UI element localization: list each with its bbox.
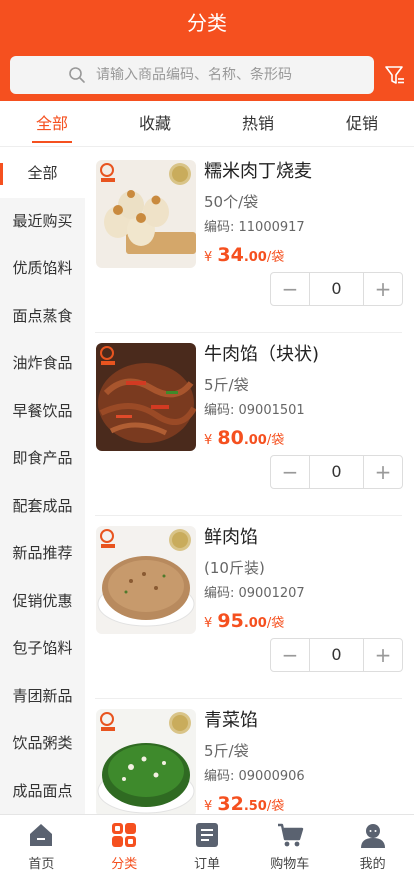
nav-label: 首页 xyxy=(28,857,55,872)
product-list: 糯米肉丁烧麦 50个/袋 编码: 11000917 ¥ 34.00/袋 − 0 … xyxy=(85,150,414,814)
sidebar-item-pastries[interactable]: 成品面点 xyxy=(0,768,85,815)
tab-hot-sale[interactable]: 热销 xyxy=(218,101,298,147)
order-icon xyxy=(195,823,218,847)
quantity-stepper: − 0 + xyxy=(270,272,403,306)
sidebar-item-fried[interactable]: 油炸食品 xyxy=(0,340,85,388)
nav-home[interactable]: 首页 xyxy=(0,815,83,896)
product-item[interactable]: 糯米肉丁烧麦 50个/袋 编码: 11000917 ¥ 34.00/袋 − 0 … xyxy=(95,150,403,333)
bottom-nav: 首页 分类 订单 购物车 我的 xyxy=(0,814,414,896)
price-integer: 95 xyxy=(217,610,244,632)
tab-all[interactable]: 全部 xyxy=(12,101,92,147)
product-image[interactable] xyxy=(96,526,196,634)
quantity-stepper: − 0 + xyxy=(270,638,403,672)
search-icon xyxy=(69,67,85,83)
decrease-button[interactable]: − xyxy=(271,639,309,671)
quantity-value[interactable]: 0 xyxy=(309,639,364,671)
price-unit: /袋 xyxy=(266,799,285,814)
nav-category[interactable]: 分类 xyxy=(83,815,166,896)
tab-promotion[interactable]: 促销 xyxy=(322,101,402,147)
search-bar[interactable] xyxy=(10,56,374,94)
product-code: 编码: 09001501 xyxy=(204,403,305,418)
increase-button[interactable]: + xyxy=(364,639,402,671)
quantity-stepper: − 0 + xyxy=(270,455,403,489)
sidebar-item-drinks-porridge[interactable]: 饮品粥类 xyxy=(0,720,85,768)
price-integer: 32 xyxy=(217,793,244,814)
product-code: 编码: 09000906 xyxy=(204,769,305,784)
quantity-value[interactable]: 0 xyxy=(309,273,364,305)
sidebar-item-ready-to-eat[interactable]: 即食产品 xyxy=(0,435,85,483)
nav-label: 购物车 xyxy=(270,857,310,872)
product-price: ¥ 95.00/袋 xyxy=(204,608,284,637)
category-icon xyxy=(112,823,137,847)
price-decimal: .50 xyxy=(243,799,267,814)
sidebar-item-recent[interactable]: 最近购买 xyxy=(0,198,85,246)
price-integer: 34 xyxy=(217,244,244,266)
sidebar-item-all[interactable]: 全部 xyxy=(0,150,85,198)
nav-cart[interactable]: 购物车 xyxy=(248,815,331,896)
product-spec: 5斤/袋 xyxy=(204,742,249,760)
price-unit: /袋 xyxy=(266,616,285,631)
price-currency: ¥ xyxy=(204,799,213,814)
sidebar-item-breakfast-drinks[interactable]: 早餐饮品 xyxy=(0,388,85,436)
price-unit: /袋 xyxy=(266,250,285,265)
product-code: 编码: 09001207 xyxy=(204,586,305,601)
product-item[interactable]: 青菜馅 5斤/袋 编码: 09000906 ¥ 32.50/袋 − 0 + xyxy=(95,699,402,814)
tab-favorites[interactable]: 收藏 xyxy=(115,101,195,147)
product-price: ¥ 80.00/袋 xyxy=(204,425,284,454)
increase-button[interactable]: + xyxy=(364,273,402,305)
price-currency: ¥ xyxy=(204,616,213,631)
nav-profile[interactable]: 我的 xyxy=(331,815,414,896)
app-header: 分类 xyxy=(0,0,414,101)
sidebar-item-new[interactable]: 新品推荐 xyxy=(0,530,85,578)
search-input[interactable] xyxy=(96,67,316,83)
price-currency: ¥ xyxy=(204,250,213,265)
filter-icon[interactable] xyxy=(384,64,406,86)
nav-orders[interactable]: 订单 xyxy=(166,815,249,896)
product-price: ¥ 34.00/袋 xyxy=(204,242,284,271)
nav-label: 订单 xyxy=(193,857,220,872)
profile-icon xyxy=(360,824,385,848)
price-decimal: .00 xyxy=(243,250,267,265)
sidebar-item-bun-fillings[interactable]: 包子馅料 xyxy=(0,625,85,673)
category-tabs: 全部 收藏 热销 促销 xyxy=(0,101,414,147)
product-name[interactable]: 糯米肉丁烧麦 xyxy=(204,160,312,184)
decrease-button[interactable]: − xyxy=(271,456,309,488)
product-code: 编码: 11000917 xyxy=(204,220,305,235)
nav-label: 分类 xyxy=(111,857,138,872)
product-name[interactable]: 鲜肉馅 xyxy=(204,526,258,550)
page-title: 分类 xyxy=(187,11,227,35)
home-icon xyxy=(30,824,53,846)
product-name[interactable]: 青菜馅 xyxy=(204,709,258,733)
category-sidebar: 全部 最近购买 优质馅料 面点蒸食 油炸食品 早餐饮品 即食产品 配套成品 新品… xyxy=(0,150,85,814)
sidebar-item-quality-fillings[interactable]: 优质馅料 xyxy=(0,245,85,293)
product-image[interactable] xyxy=(96,343,196,451)
product-item[interactable]: 鲜肉馅 (10斤装) 编码: 09001207 ¥ 95.00/袋 − 0 + xyxy=(95,516,403,699)
sidebar-item-qingtuan[interactable]: 青团新品 xyxy=(0,673,85,721)
price-decimal: .00 xyxy=(243,616,267,631)
decrease-button[interactable]: − xyxy=(271,273,309,305)
cart-icon xyxy=(277,823,303,847)
price-decimal: .00 xyxy=(243,433,267,448)
price-currency: ¥ xyxy=(204,433,213,448)
sidebar-item-promotions[interactable]: 促销优惠 xyxy=(0,578,85,626)
product-item[interactable]: 牛肉馅（块状) 5斤/袋 编码: 09001501 ¥ 80.00/袋 − 0 … xyxy=(95,333,403,516)
product-price: ¥ 32.50/袋 xyxy=(204,791,284,814)
nav-label: 我的 xyxy=(359,857,386,872)
price-unit: /袋 xyxy=(266,433,285,448)
quantity-value[interactable]: 0 xyxy=(309,456,364,488)
product-spec: 5斤/袋 xyxy=(204,376,249,394)
increase-button[interactable]: + xyxy=(364,456,402,488)
sidebar-item-finished-goods[interactable]: 配套成品 xyxy=(0,483,85,531)
price-integer: 80 xyxy=(217,427,244,449)
product-spec: (10斤装) xyxy=(204,559,265,577)
sidebar-item-steamed[interactable]: 面点蒸食 xyxy=(0,293,85,341)
product-spec: 50个/袋 xyxy=(204,193,259,211)
product-name[interactable]: 牛肉馅（块状) xyxy=(204,343,319,367)
product-image[interactable] xyxy=(96,160,196,268)
product-image[interactable] xyxy=(96,709,196,814)
